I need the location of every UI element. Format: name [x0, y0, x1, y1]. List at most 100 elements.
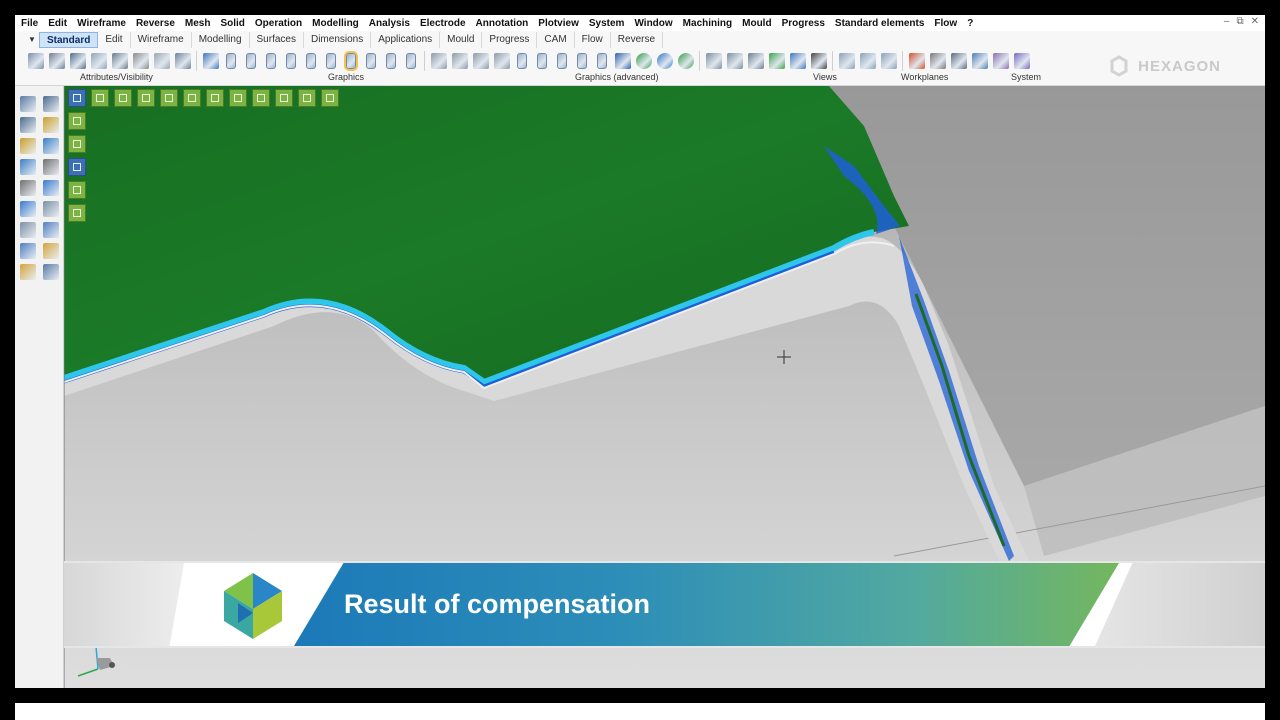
menu-item-reverse[interactable]: Reverse — [131, 18, 180, 29]
tab-mould[interactable]: Mould — [440, 32, 483, 48]
viewport-tree-icon[interactable] — [321, 89, 339, 107]
measure-icon[interactable] — [20, 159, 36, 175]
minimize-icon[interactable]: – — [1224, 16, 1230, 27]
cube-icon[interactable] — [615, 53, 631, 69]
menu-item-progress[interactable]: Progress — [777, 18, 830, 29]
viewport-box-icon[interactable] — [275, 89, 293, 107]
export-icon[interactable] — [20, 264, 36, 280]
menu-item-machining[interactable]: Machining — [678, 18, 737, 29]
menu-item-electrode[interactable]: Electrode — [415, 18, 471, 29]
undo-icon[interactable] — [43, 243, 59, 259]
tab-modelling[interactable]: Modelling — [192, 32, 250, 48]
viewport-box-icon[interactable] — [252, 89, 270, 107]
cylinder-icon[interactable] — [344, 51, 358, 71]
eye-icon[interactable] — [70, 53, 86, 69]
tab-wireframe[interactable]: Wireframe — [131, 32, 192, 48]
tab-standard[interactable]: Standard — [39, 32, 99, 48]
notebook-icon[interactable] — [1014, 53, 1030, 69]
delete-icon[interactable] — [20, 243, 36, 259]
globe-icon[interactable] — [657, 53, 673, 69]
viewport-menu-icon[interactable] — [68, 89, 86, 107]
viewport-pick-icon[interactable] — [137, 89, 155, 107]
render-icon[interactable] — [452, 53, 468, 69]
viewport-select-icon[interactable] — [114, 89, 132, 107]
filter-icon[interactable] — [133, 53, 149, 69]
menu-item-system[interactable]: System — [584, 18, 630, 29]
viewport-cylinder-icon[interactable] — [68, 204, 86, 222]
viewport-cylinder-icon[interactable] — [68, 158, 86, 176]
tab-dimensions[interactable]: Dimensions — [304, 32, 372, 48]
cylinder-icon[interactable] — [286, 53, 296, 69]
cylinder-icon[interactable] — [226, 53, 236, 69]
palette-icon[interactable] — [909, 53, 925, 69]
zoom-icon[interactable] — [20, 96, 36, 112]
tab-edit[interactable]: Edit — [98, 32, 131, 48]
menu-item-plotview[interactable]: Plotview — [533, 18, 584, 29]
shape-icon[interactable] — [43, 180, 59, 196]
cylinder-icon[interactable] — [577, 53, 587, 69]
ribbon-collapse-icon[interactable]: ▼ — [25, 32, 39, 48]
fit-icon[interactable] — [748, 53, 764, 69]
tab-flow[interactable]: Flow — [575, 32, 611, 48]
cylinder-icon[interactable] — [306, 53, 316, 69]
tab-cam[interactable]: CAM — [537, 32, 575, 48]
menu-item-operation[interactable]: Operation — [250, 18, 307, 29]
cylinder-icon[interactable] — [266, 53, 276, 69]
line-icon[interactable] — [769, 53, 785, 69]
show-icon[interactable] — [112, 53, 128, 69]
color-icon[interactable] — [154, 53, 170, 69]
select-icon[interactable] — [20, 117, 36, 133]
viewport-cylinder-icon[interactable] — [68, 181, 86, 199]
menu-item-analysis[interactable]: Analysis — [364, 18, 415, 29]
viewport-box-icon[interactable] — [298, 89, 316, 107]
move-icon[interactable] — [20, 138, 36, 154]
tab-reverse[interactable]: Reverse — [611, 32, 664, 48]
viewport-cylinder-icon[interactable] — [68, 135, 86, 153]
paint-icon[interactable] — [20, 180, 36, 196]
settings-icon[interactable] — [930, 53, 946, 69]
render-icon[interactable] — [494, 53, 510, 69]
dimension-icon[interactable] — [43, 222, 59, 238]
view-icon[interactable] — [706, 53, 722, 69]
workplane-icon[interactable] — [839, 53, 855, 69]
menu-item-window[interactable]: Window — [629, 18, 677, 29]
sphere-icon[interactable] — [636, 53, 652, 69]
render-icon[interactable] — [431, 53, 447, 69]
cylinder-icon[interactable] — [517, 53, 527, 69]
grid-icon[interactable] — [972, 53, 988, 69]
menu-item-flow[interactable]: Flow — [929, 18, 962, 29]
visibility-icon[interactable] — [175, 53, 191, 69]
menu-item-wireframe[interactable]: Wireframe — [72, 18, 131, 29]
viewport-box-icon[interactable] — [229, 89, 247, 107]
cylinder-icon[interactable] — [537, 53, 547, 69]
tab-progress[interactable]: Progress — [482, 32, 538, 48]
render-icon[interactable] — [473, 53, 489, 69]
tab-surfaces[interactable]: Surfaces — [250, 32, 304, 48]
cylinder-icon[interactable] — [557, 53, 567, 69]
cylinder-icon[interactable] — [326, 53, 336, 69]
menu-item-file[interactable]: File — [15, 18, 43, 29]
view-icon[interactable] — [727, 53, 743, 69]
viewport-frame-icon[interactable] — [91, 89, 109, 107]
viewport-box-icon[interactable] — [206, 89, 224, 107]
menu-item-mesh[interactable]: Mesh — [180, 18, 216, 29]
menu-item-annotation[interactable]: Annotation — [471, 18, 534, 29]
help-icon[interactable] — [20, 222, 36, 238]
cylinder-icon[interactable] — [386, 53, 396, 69]
cylinder-icon[interactable] — [597, 53, 607, 69]
menu-item-help[interactable]: ? — [962, 18, 978, 29]
close-icon[interactable]: ✕ — [1251, 16, 1259, 27]
edit-icon[interactable] — [43, 117, 59, 133]
viewport-box-icon[interactable] — [160, 89, 178, 107]
paint-icon[interactable] — [28, 53, 44, 69]
restore-icon[interactable]: ⧉ — [1236, 16, 1243, 27]
pen-icon[interactable] — [43, 159, 59, 175]
camera-icon[interactable] — [811, 53, 827, 69]
cylinder-icon[interactable] — [246, 53, 256, 69]
hide-icon[interactable] — [91, 53, 107, 69]
cylinder-icon[interactable] — [366, 53, 376, 69]
cylinder-icon[interactable] — [406, 53, 416, 69]
rotate-icon[interactable] — [20, 201, 36, 217]
workplane-icon[interactable] — [860, 53, 876, 69]
workplane-icon[interactable] — [881, 53, 897, 69]
